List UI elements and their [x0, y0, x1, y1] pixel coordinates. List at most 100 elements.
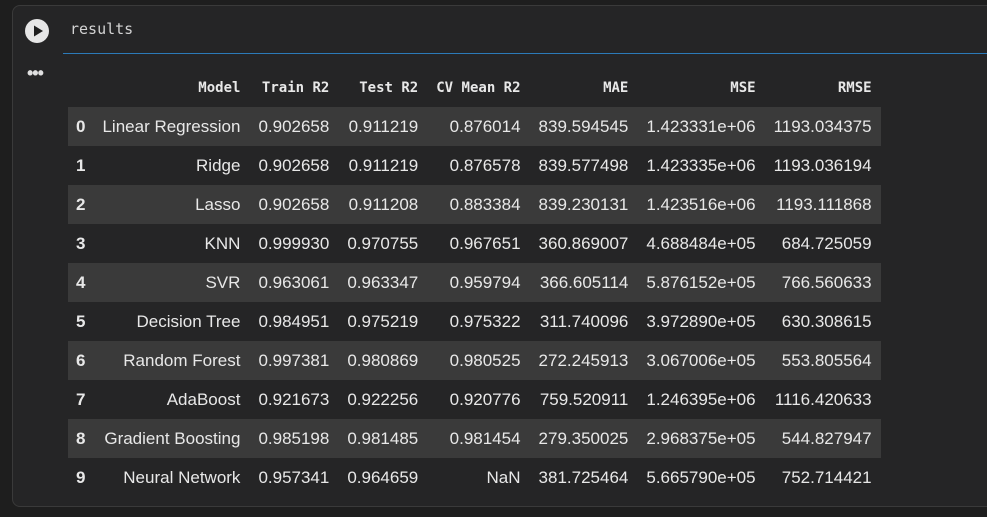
- cell-input[interactable]: results: [13, 6, 987, 56]
- table-cell: 5.665790e+05: [646, 467, 756, 487]
- table-cell: 0.981485: [347, 428, 419, 448]
- row-index: 9: [76, 467, 86, 487]
- row-index: 2: [76, 194, 86, 214]
- column-header: Model: [198, 80, 241, 96]
- table-cell: 1193.111868: [776, 194, 872, 214]
- table-cell: 0.902658: [258, 155, 330, 175]
- table-cell: 311.740096: [539, 311, 629, 331]
- table-cell: 360.869007: [538, 233, 629, 253]
- table-cell: Lasso: [195, 194, 241, 214]
- table-cell: 0.876578: [449, 155, 521, 175]
- column-header: RMSE: [837, 80, 872, 96]
- table-cell: 0.997381: [258, 350, 330, 370]
- table-cell: 0.883384: [449, 194, 521, 214]
- code-editor[interactable]: results: [70, 20, 133, 38]
- table-row: 8 Gradient Boosting 0.985198 0.981485 0.9814…: [68, 419, 881, 458]
- table-cell: Gradient Boosting: [104, 428, 241, 448]
- row-index: 5: [76, 311, 86, 331]
- table-cell: 759.520911: [539, 389, 629, 409]
- index-header: [68, 69, 93, 107]
- table-cell: 0.984951: [258, 311, 330, 331]
- table-row: 5 Decision Tree 0.984951 0.975219 0.975322 31…: [68, 302, 881, 341]
- column-header: Test R2: [359, 80, 419, 96]
- table-cell: 1.246395e+06: [646, 389, 756, 409]
- table-cell: 0.964659: [347, 467, 419, 487]
- table-cell: KNN: [204, 233, 241, 253]
- row-index: 4: [76, 272, 86, 292]
- table-cell: 381.725464: [538, 467, 629, 487]
- table-row: 0 Linear Regression 0.902658 0.911219 0.8760…: [68, 107, 881, 146]
- table-row: 6 Random Forest 0.997381 0.980869 0.980525 27…: [68, 341, 881, 380]
- table-cell: 0.902658: [258, 194, 330, 214]
- table-cell: 684.725059: [781, 233, 872, 253]
- table-cell: Random Forest: [123, 350, 241, 370]
- table-row: 7 AdaBoost 0.921673 0.922256 0.920776 759.520…: [68, 380, 881, 419]
- table-cell: 272.245913: [538, 350, 629, 370]
- table-cell: 0.911219: [348, 155, 419, 175]
- table-cell: 0.981454: [449, 428, 521, 448]
- table-cell: 544.827947: [781, 428, 872, 448]
- table-cell: NaN: [486, 467, 521, 487]
- notebook-cell: results ••• Model Train R2 Test R2 CV Mean …: [12, 5, 987, 507]
- table-cell: Decision Tree: [136, 311, 241, 331]
- table-cell: 1.423331e+06: [646, 116, 756, 136]
- table-cell: 839.230131: [538, 194, 629, 214]
- table-cell: 3.067006e+05: [646, 350, 756, 370]
- row-index: 0: [76, 116, 86, 136]
- column-header: CV Mean R2: [436, 80, 521, 96]
- table-cell: 279.350025: [538, 428, 629, 448]
- table-row: 9 Neural Network 0.957341 0.964659 NaN 381.72…: [68, 458, 881, 497]
- table-cell: Linear Regression: [102, 116, 241, 136]
- table-cell: 1193.034375: [773, 116, 872, 136]
- table-cell: 0.920776: [449, 389, 521, 409]
- table-cell: 0.876014: [449, 116, 521, 136]
- cell-output: Model Train R2 Test R2 CV Mean R2 MAE MSE RMSE…: [68, 69, 881, 497]
- table-row: 1 Ridge 0.902658 0.911219 0.876578 839.577498…: [68, 146, 881, 185]
- row-index: 3: [76, 233, 86, 253]
- play-icon: [34, 25, 43, 37]
- table-cell: 839.577498: [538, 155, 629, 175]
- ellipsis-icon[interactable]: •••: [27, 64, 49, 82]
- table-cell: 0.922256: [347, 389, 419, 409]
- table-cell: 4.688484e+05: [646, 233, 756, 253]
- table-cell: 766.560633: [781, 272, 872, 292]
- table-cell: Neural Network: [123, 467, 241, 487]
- table-cell: 0.970755: [347, 233, 419, 253]
- results-dataframe: Model Train R2 Test R2 CV Mean R2 MAE MSE RMSE…: [68, 69, 881, 497]
- table-cell: 0.921673: [258, 389, 330, 409]
- table-row: 4 SVR 0.963061 0.963347 0.959794 366.605114 5.…: [68, 263, 881, 302]
- table-row: 3 KNN 0.999930 0.970755 0.967651 360.869007 4.…: [68, 224, 881, 263]
- table-row: 2 Lasso 0.902658 0.911208 0.883384 839.230131…: [68, 185, 881, 224]
- row-index: 8: [76, 428, 86, 448]
- table-cell: 0.999930: [258, 233, 330, 253]
- table-cell: 0.980525: [449, 350, 521, 370]
- table-cell: 0.967651: [449, 233, 521, 253]
- table-cell: 0.975219: [347, 311, 419, 331]
- table-header-row: Model Train R2 Test R2 CV Mean R2 MAE MSE RMSE: [68, 69, 881, 107]
- table-cell: 0.963061: [258, 272, 330, 292]
- table-cell: 1193.036194: [773, 155, 872, 175]
- table-cell: 0.957341: [258, 467, 330, 487]
- column-header: MSE: [730, 80, 756, 96]
- run-cell-button[interactable]: [25, 19, 49, 43]
- table-cell: 0.963347: [347, 272, 419, 292]
- table-cell: 3.972890e+05: [646, 311, 756, 331]
- table-cell: 752.714421: [781, 467, 872, 487]
- table-cell: 1.423335e+06: [646, 155, 756, 175]
- focus-indicator: [63, 53, 987, 54]
- table-cell: 0.959794: [449, 272, 521, 292]
- table-cell: 0.911219: [348, 116, 419, 136]
- table-cell: AdaBoost: [166, 389, 241, 409]
- table-cell: 0.975322: [449, 311, 521, 331]
- table-cell: 366.605114: [539, 272, 629, 292]
- row-index: 6: [76, 350, 86, 370]
- table-cell: 839.594545: [538, 116, 629, 136]
- table-cell: 5.876152e+05: [646, 272, 756, 292]
- table-cell: 553.805564: [781, 350, 872, 370]
- table-cell: 0.980869: [347, 350, 419, 370]
- column-header: MAE: [603, 80, 629, 96]
- column-header: Train R2: [261, 80, 330, 96]
- table-cell: 0.902658: [258, 116, 330, 136]
- table-cell: 0.911208: [348, 194, 419, 214]
- table-cell: SVR: [205, 272, 241, 292]
